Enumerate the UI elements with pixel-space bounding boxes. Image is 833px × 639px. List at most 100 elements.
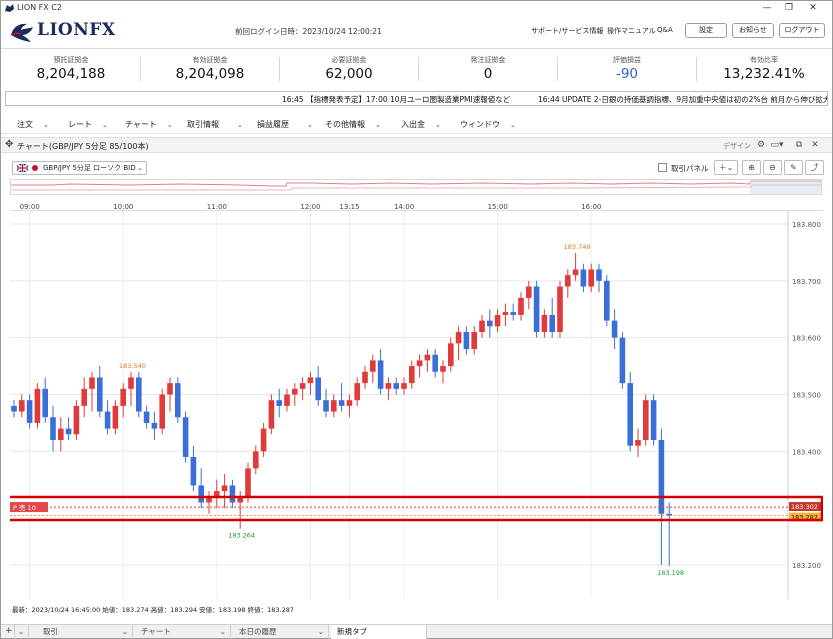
candle-body: [97, 377, 103, 412]
close-button[interactable]: ✕: [802, 1, 824, 15]
menu-other-info[interactable]: その他情報 ⌄: [325, 119, 381, 130]
window-title: LION FX C2: [17, 3, 62, 12]
candle-body: [221, 485, 228, 492]
design-label[interactable]: デザイン: [723, 141, 751, 151]
tab-chart[interactable]: チャート ⌄: [135, 625, 231, 639]
candle-body: [73, 405, 80, 435]
indicator-icon[interactable]: ⤴: [805, 160, 824, 175]
menu-label: 注文: [17, 120, 33, 129]
candle-body: [42, 388, 48, 418]
tab-label: 本日の履歴: [239, 627, 277, 636]
ticker-item[interactable]: 16:44 UPDATE 2-日銀の持価基調指標、9月加重中央値は初の2%台 前…: [538, 94, 827, 105]
tab-label: 取引: [43, 627, 58, 636]
x-tick-label: 13:15: [339, 203, 359, 211]
deposit-cell: 預託証拠金 8,204,188: [2, 51, 140, 86]
logout-button[interactable]: ログアウト: [779, 23, 825, 38]
effective-margin-value: 8,204,098: [175, 66, 245, 82]
candlestick-chart[interactable]: 09:00 10:00 11:00 12:00 13:15 14:00 15:00 16:00…: [10, 199, 823, 601]
candle-body: [26, 400, 33, 423]
tab-label: 新規タブ: [337, 627, 367, 636]
candle-body: [268, 400, 275, 429]
menu-rate[interactable]: レート ⌄: [68, 119, 108, 130]
candle-body: [284, 394, 290, 406]
layout-icon[interactable]: ▭▾: [769, 139, 785, 151]
candle-body: [580, 269, 587, 287]
move-icon[interactable]: ✥: [5, 139, 13, 150]
chevron-down-icon: ⌄: [237, 121, 243, 129]
candle-body: [510, 312, 516, 315]
add-tab-button[interactable]: +: [1, 625, 15, 639]
candle-body: [650, 400, 657, 440]
title-bar: LION FX C2 — ❐ ✕: [1, 1, 832, 15]
candle-body: [19, 400, 25, 412]
pen-icon[interactable]: ✎: [784, 160, 803, 175]
zoom-in-icon[interactable]: ⊕: [742, 160, 761, 175]
menu-window[interactable]: ウィンドウ ⌄: [460, 119, 516, 130]
ticker-item[interactable]: 16:45 【指標発表予定】17:00 10月ユーロ圏製造業PMI速報値など: [282, 94, 510, 105]
menu-trade-info[interactable]: 取引情報 ⌄: [187, 119, 243, 130]
price-annotation: 183.749: [564, 243, 591, 251]
candle-body: [104, 411, 111, 429]
menu-pnl-history[interactable]: 損益履歴 ⌄: [257, 119, 313, 130]
last-login: 前回ログイン日時：2023/10/24 12:00:21: [235, 27, 382, 36]
candle-body: [260, 428, 267, 452]
deposit-value: 8,204,188: [36, 66, 106, 82]
trade-panel-checkbox[interactable]: [658, 163, 667, 172]
tab-today-history[interactable]: 本日の履歴 ⌄: [233, 625, 329, 639]
close-icon[interactable]: ✕: [809, 139, 821, 151]
candle-body: [401, 383, 407, 389]
candle-body: [362, 371, 368, 384]
order-margin-label: 発注証拠金: [470, 56, 506, 64]
candle-body: [494, 314, 501, 327]
required-margin-label: 必要証拠金: [331, 56, 367, 64]
candle-body: [502, 312, 509, 315]
qa-link[interactable]: Q&A: [657, 26, 673, 34]
candle-body: [338, 400, 345, 406]
tab-trade[interactable]: 取引 ⌄: [37, 625, 133, 639]
menu-deposit[interactable]: 入出金 ⌄: [401, 119, 441, 130]
candle-body: [151, 422, 158, 429]
pnl-value: -90: [615, 66, 639, 82]
candle-body: [377, 360, 384, 389]
candle-body: [331, 400, 337, 412]
candle-body: [643, 400, 649, 440]
support-link[interactable]: サポート/サービス情報: [531, 26, 603, 36]
tab-new[interactable]: 新規タブ: [331, 625, 427, 639]
popout-icon[interactable]: ⧉: [793, 139, 805, 151]
chevron-down-icon: ⌄: [219, 627, 226, 636]
candle-body: [276, 400, 282, 406]
y-tick-label: 183.400: [792, 448, 821, 456]
candle-body: [393, 383, 399, 389]
manual-link[interactable]: 操作マニュアル: [607, 26, 656, 36]
menu-label: レート: [68, 120, 92, 129]
chevron-down-icon[interactable]: ⌄: [15, 625, 29, 639]
menu-chart[interactable]: チャート ⌄: [125, 119, 173, 130]
candle-body: [292, 388, 298, 395]
gear-icon[interactable]: ⚙: [755, 139, 767, 151]
restore-button[interactable]: ❐: [778, 1, 800, 15]
x-tick-label: 12:00: [300, 203, 320, 211]
candle-body: [432, 354, 438, 372]
zoom-out-icon[interactable]: ⊖: [763, 160, 782, 175]
chevron-down-icon: ⌄: [43, 121, 49, 129]
candle-body: [416, 360, 423, 367]
lion-logo-icon: [11, 23, 33, 42]
notice-button[interactable]: お知らせ: [732, 23, 774, 38]
candle-body: [572, 269, 579, 276]
chevron-down-icon: ⌄: [137, 164, 143, 172]
settings-button[interactable]: 設定: [685, 23, 727, 38]
candle-body: [190, 457, 197, 486]
symbol-select[interactable]: GBP/JPY 5分足 ローソク BID ⌄: [12, 161, 147, 175]
candle-body: [526, 286, 532, 298]
candle-body: [487, 320, 493, 327]
chart-minimap[interactable]: [10, 179, 822, 195]
candle-body: [604, 280, 610, 321]
candle-body: [120, 388, 126, 406]
margin-ratio-value: 13,232.41%: [723, 66, 805, 82]
news-ticker[interactable]: 16:45 【指標発表予定】17:00 10月ユーロ圏製造業PMI速報値など 1…: [5, 91, 828, 106]
candle-body: [143, 411, 150, 423]
menu-order[interactable]: 注文 ⌄: [17, 119, 49, 130]
ohlc-info-line: 最新：2023/10/24 16:45:00 始値：183.274 高値：183…: [12, 606, 295, 614]
crosshair-icon[interactable]: ＋⌄: [714, 160, 738, 175]
minimize-button[interactable]: —: [756, 1, 778, 15]
